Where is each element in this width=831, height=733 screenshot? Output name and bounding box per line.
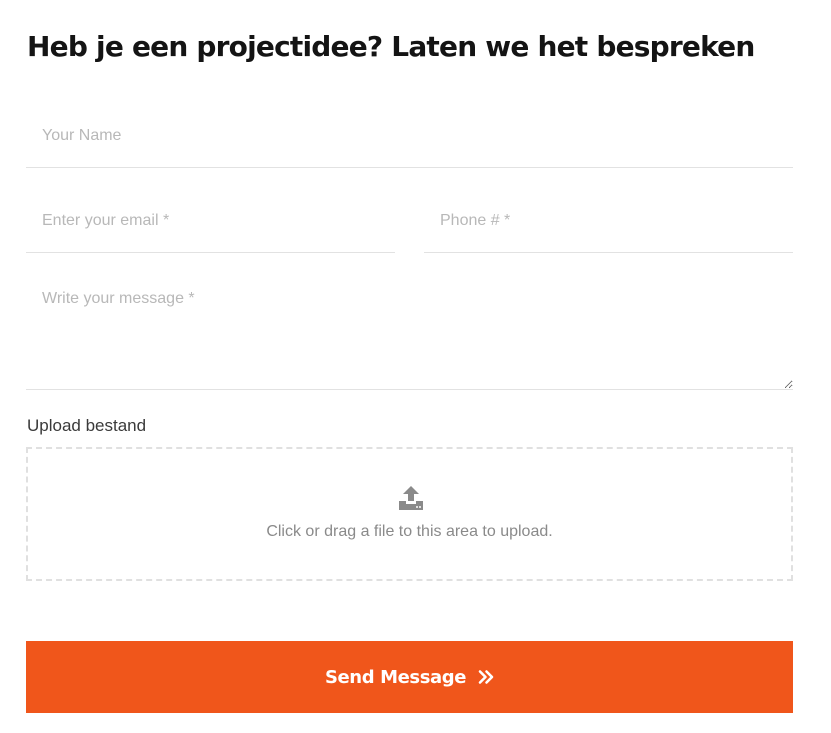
message-textarea[interactable] (26, 284, 793, 390)
upload-hint: Click or drag a file to this area to upl… (266, 523, 553, 540)
double-chevron-right-icon (478, 670, 494, 684)
send-message-label: Send Message (324, 666, 467, 688)
name-input[interactable] (26, 104, 793, 168)
phone-input[interactable] (424, 189, 793, 253)
upload-label: Upload bestand (27, 416, 147, 435)
form-heading: Heb je een projectidee? Laten we het bes… (27, 30, 755, 63)
contact-form-page: Heb je een projectidee? Laten we het bes… (0, 0, 831, 733)
email-input[interactable] (26, 189, 395, 253)
upload-tray-icon (399, 486, 423, 510)
file-dropzone[interactable]: Click or drag a file to this area to upl… (26, 447, 793, 581)
send-message-button[interactable]: Send Message (26, 641, 793, 713)
